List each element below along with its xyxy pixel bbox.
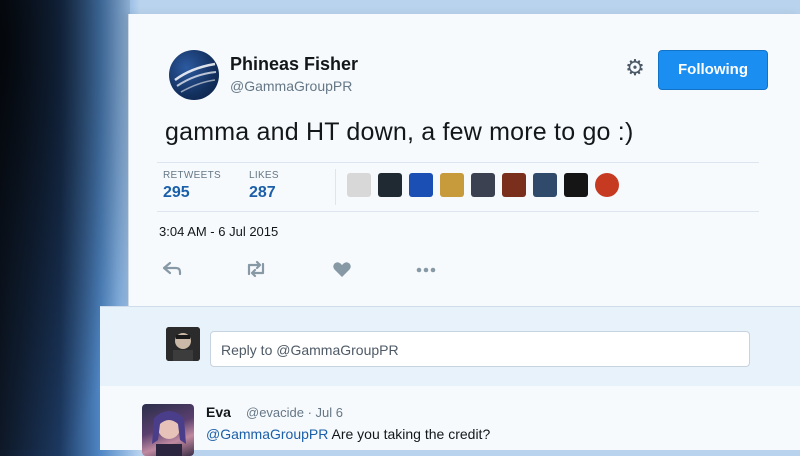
reply-body: Are you taking the credit? bbox=[328, 426, 491, 442]
liker-avatar-5[interactable] bbox=[471, 173, 495, 197]
user-avatar bbox=[166, 327, 200, 361]
liker-avatar-1[interactable] bbox=[347, 173, 371, 197]
retweet-icon[interactable] bbox=[243, 258, 269, 284]
reply-mention-link[interactable]: @GammaGroupPR bbox=[206, 426, 328, 442]
reply-tweet[interactable]: Eva @evacide · Jul 6 @GammaGroupPR Are y… bbox=[100, 386, 800, 456]
reply-author-name[interactable]: Eva bbox=[206, 404, 231, 420]
liker-avatar-3[interactable] bbox=[409, 173, 433, 197]
reply-compose-bar: Reply to @GammaGroupPR bbox=[100, 306, 800, 388]
reply-author-avatar[interactable] bbox=[142, 404, 194, 456]
liker-avatar-7[interactable] bbox=[533, 173, 557, 197]
liker-avatar-8[interactable] bbox=[564, 173, 588, 197]
tweet-timestamp[interactable]: 3:04 AM - 6 Jul 2015 bbox=[159, 224, 278, 239]
author-handle[interactable]: @GammaGroupPR bbox=[230, 78, 352, 94]
heart-icon[interactable] bbox=[329, 258, 355, 284]
likes-stat[interactable]: LIKES 287 bbox=[249, 170, 279, 202]
likes-count: 287 bbox=[249, 184, 276, 201]
gear-icon[interactable]: ⚙ bbox=[623, 56, 647, 80]
retweets-count: 295 bbox=[163, 184, 190, 201]
tweet-card: Phineas Fisher @GammaGroupPR ⚙ Following… bbox=[128, 14, 800, 306]
liker-avatar-6[interactable] bbox=[502, 173, 526, 197]
stats-divider bbox=[335, 169, 336, 205]
author-avatar[interactable] bbox=[169, 50, 219, 100]
reply-input[interactable]: Reply to @GammaGroupPR bbox=[210, 331, 750, 367]
reply-icon[interactable] bbox=[159, 258, 185, 284]
following-button[interactable]: Following bbox=[658, 50, 768, 90]
reply-author-meta[interactable]: @evacide · Jul 6 bbox=[246, 405, 343, 420]
more-icon[interactable] bbox=[413, 258, 439, 284]
author-name[interactable]: Phineas Fisher bbox=[230, 54, 358, 75]
likes-label: LIKES bbox=[249, 170, 279, 181]
liker-avatar-4[interactable] bbox=[440, 173, 464, 197]
reply-text: @GammaGroupPR Are you taking the credit? bbox=[206, 426, 490, 442]
tweet-stats: RETWEETS 295 LIKES 287 bbox=[157, 162, 759, 212]
tweet-text: gamma and HT down, a few more to go :) bbox=[165, 118, 634, 146]
retweets-stat[interactable]: RETWEETS 295 bbox=[163, 170, 221, 202]
globe-logo-icon bbox=[174, 62, 217, 93]
liker-avatar-9[interactable] bbox=[595, 173, 619, 197]
liker-avatar-2[interactable] bbox=[378, 173, 402, 197]
tweet-actions bbox=[159, 258, 559, 286]
retweets-label: RETWEETS bbox=[163, 170, 221, 181]
